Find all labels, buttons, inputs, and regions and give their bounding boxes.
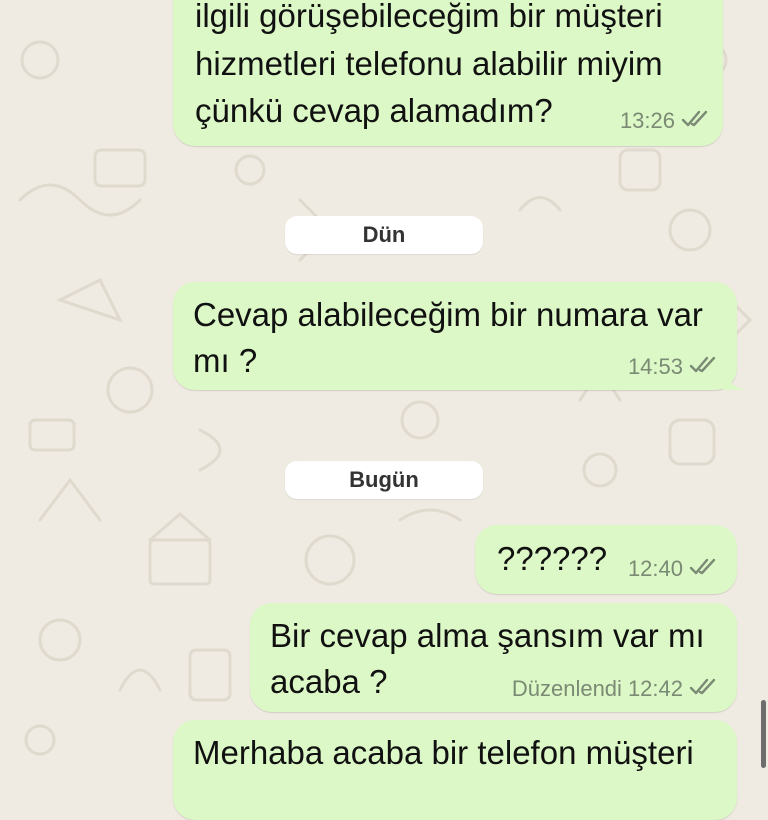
message-text-line: mı ? <box>193 342 258 379</box>
message-bubble[interactable]: Cevap alabileceğim bir numara var mı ? 1… <box>173 282 747 390</box>
message-bubble[interactable]: ilgili görüşebileceğim bir müşteri hizme… <box>173 0 723 146</box>
message-bubble[interactable]: ?????? 12:40 <box>475 525 737 594</box>
double-check-icon <box>681 108 709 134</box>
message-time: 12:40 <box>627 556 683 581</box>
date-separator-today: Bugün <box>285 461 483 499</box>
message-meta: 13:26 <box>620 108 709 134</box>
message-text-line: çünkü cevap alamadım? <box>195 92 553 129</box>
double-check-icon <box>689 556 717 582</box>
double-check-icon <box>689 354 717 380</box>
bubble-tail <box>723 364 749 390</box>
message-text-line: Cevap alabileceğim bir numara var <box>193 296 703 333</box>
message-meta: 12:40 <box>628 556 717 582</box>
scrollbar[interactable] <box>761 700 766 768</box>
message-bubble[interactable]: Merhaba acaba bir telefon müşteri <box>173 720 737 820</box>
message-text-line: acaba ? <box>270 663 388 700</box>
message-time: 12:42 <box>627 676 683 701</box>
message-meta: 14:53 <box>628 354 717 380</box>
message-bubble[interactable]: Bir cevap alma şansım var mı acaba ? Düz… <box>250 603 737 712</box>
double-check-icon <box>689 676 717 702</box>
message-text-line: ilgili görüşebileceğim bir müşteri <box>195 0 663 34</box>
message-text-line: Bir cevap alma şansım var mı <box>270 617 705 654</box>
edited-label: Düzenlendi <box>511 676 622 701</box>
message-time: 14:53 <box>627 354 683 379</box>
message-text-line: Merhaba acaba bir telefon müşteri <box>193 734 694 771</box>
message-text-line: ?????? <box>497 540 608 577</box>
message-meta: Düzenlendi 12:42 <box>512 676 717 702</box>
message-text-line: hizmetleri telefonu alabilir miyim <box>195 45 663 82</box>
message-time: 13:26 <box>619 108 675 133</box>
date-separator-yesterday: Dün <box>285 216 483 254</box>
